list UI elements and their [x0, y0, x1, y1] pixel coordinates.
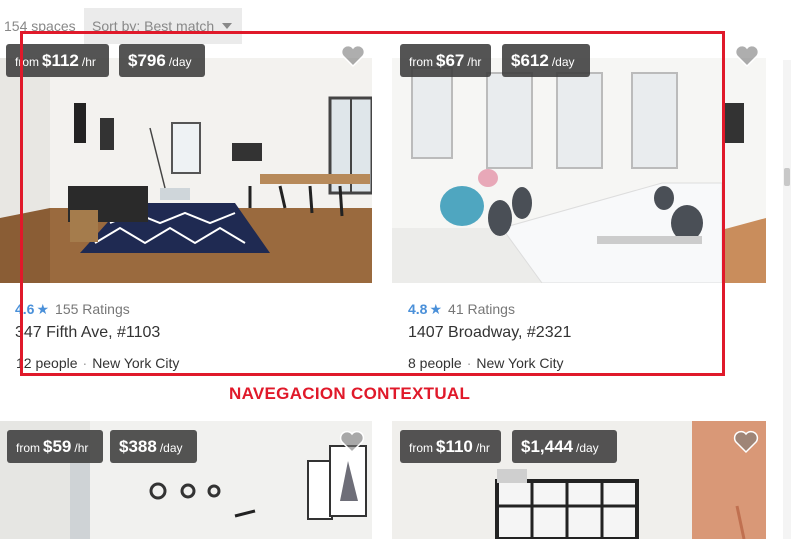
listing-card[interactable]: from $110 /hr $1,444 /day	[392, 421, 766, 539]
daily-unit: /day	[159, 441, 183, 455]
listing-card[interactable]: from $59 /hr $388 /day	[0, 421, 372, 539]
scrollbar-track[interactable]	[783, 60, 791, 539]
hourly-price-badge: from $110 /hr	[400, 430, 501, 463]
price-prefix: from	[409, 441, 433, 455]
hourly-price: $59	[43, 437, 72, 456]
heart-icon[interactable]	[734, 44, 760, 73]
daily-unit: /day	[576, 441, 599, 455]
hourly-price-badge: from $59 /hr	[7, 430, 103, 463]
daily-price: $388	[119, 437, 157, 456]
heart-icon[interactable]	[339, 430, 365, 459]
annotation-highlight-box	[20, 31, 725, 376]
hourly-price: $110	[436, 437, 473, 456]
heart-icon[interactable]	[733, 430, 759, 459]
price-prefix: from	[16, 441, 40, 455]
hourly-unit: /hr	[475, 441, 490, 455]
caret-down-icon	[222, 23, 233, 29]
daily-price-badge: $1,444 /day	[512, 430, 617, 463]
annotation-label: NAVEGACION CONTEXTUAL	[229, 384, 471, 403]
scrollbar-thumb[interactable]	[784, 168, 790, 186]
hourly-unit: /hr	[74, 441, 89, 455]
daily-price-badge: $388 /day	[110, 430, 197, 463]
daily-price: $1,444	[521, 437, 573, 456]
